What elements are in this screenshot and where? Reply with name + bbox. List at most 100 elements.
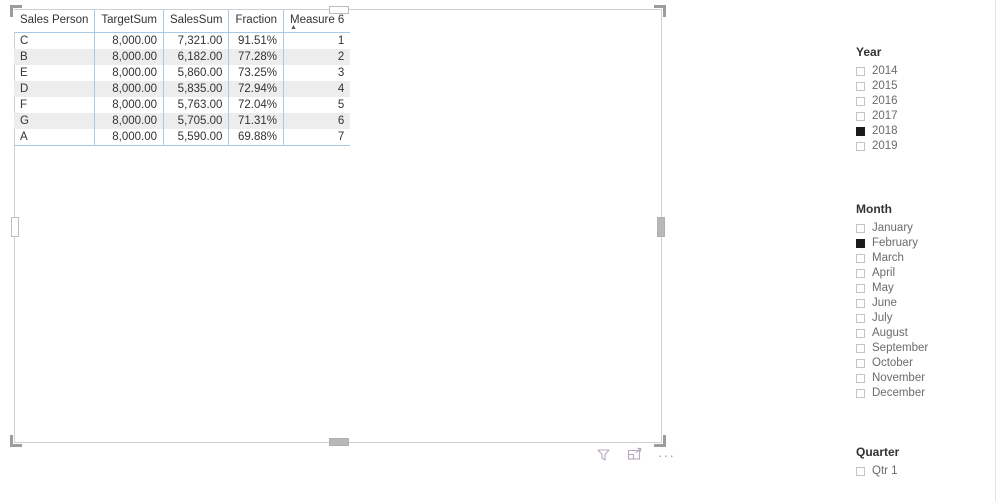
slicer-item-2016[interactable]: 2016 — [856, 94, 996, 109]
checkbox-icon[interactable] — [856, 299, 865, 308]
table-cell[interactable]: 8,000.00 — [94, 129, 165, 146]
focus-mode-icon[interactable] — [627, 447, 642, 462]
table-cell[interactable]: 69.88% — [228, 129, 284, 146]
table-cell[interactable]: 8,000.00 — [94, 97, 165, 113]
slicer-item-september[interactable]: September — [856, 341, 996, 356]
table-cell[interactable]: 5,705.00 — [163, 113, 230, 129]
slicer-item-2018[interactable]: 2018 — [856, 124, 996, 139]
checkbox-icon[interactable] — [856, 224, 865, 233]
table-cell[interactable]: 5,835.00 — [163, 81, 230, 97]
table-cell[interactable]: 71.31% — [228, 113, 284, 129]
table-cell[interactable]: 8,000.00 — [94, 81, 165, 97]
slicer-item-february[interactable]: February — [856, 236, 996, 251]
resize-handle-bottom-center[interactable] — [329, 438, 349, 446]
slicer-item-march[interactable]: March — [856, 251, 996, 266]
slicer-item-july[interactable]: July — [856, 311, 996, 326]
table-cell[interactable]: D — [14, 81, 96, 97]
slicer-item-january[interactable]: January — [856, 221, 996, 236]
table-row[interactable]: B 8,000.00 6,182.00 77.28% 2 — [14, 49, 351, 65]
table-cell[interactable]: B — [14, 49, 96, 65]
table-cell[interactable]: 6,182.00 — [163, 49, 230, 65]
checkbox-icon[interactable] — [856, 467, 865, 476]
slicer-item-2019[interactable]: 2019 — [856, 139, 996, 154]
slicer-item-may[interactable]: May — [856, 281, 996, 296]
slicer-item-april[interactable]: April — [856, 266, 996, 281]
checkbox-icon[interactable] — [856, 344, 865, 353]
visual-footer-toolbar[interactable]: ··· — [596, 447, 675, 462]
slicer-item-2015[interactable]: 2015 — [856, 79, 996, 94]
column-header-targetsum[interactable]: TargetSum — [94, 10, 165, 33]
table-cell[interactable]: 2 — [283, 49, 351, 65]
checkbox-icon[interactable] — [856, 329, 865, 338]
table-cell[interactable]: 73.25% — [228, 65, 284, 81]
slicer-item-qtr-1[interactable]: Qtr 1 — [856, 464, 996, 479]
table-cell[interactable]: F — [14, 97, 96, 113]
table-row[interactable]: D 8,000.00 5,835.00 72.94% 4 — [14, 81, 351, 97]
resize-handle-right-middle[interactable] — [657, 217, 665, 237]
table-cell[interactable]: 5,860.00 — [163, 65, 230, 81]
checkbox-icon[interactable] — [856, 97, 865, 106]
checkbox-icon[interactable] — [856, 359, 865, 368]
column-header-salessum[interactable]: SalesSum — [163, 10, 230, 33]
checkbox-checked-icon[interactable] — [856, 239, 865, 248]
table-cell[interactable]: A — [14, 129, 96, 146]
table-cell[interactable]: 72.04% — [228, 97, 284, 113]
slicer-month[interactable]: Month January February March April May June Ju… — [856, 202, 996, 401]
table-cell[interactable]: 8,000.00 — [94, 65, 165, 81]
slicer-item-2014[interactable]: 2014 — [856, 64, 996, 79]
slicer-item-2017[interactable]: 2017 — [856, 109, 996, 124]
table-row[interactable]: F 8,000.00 5,763.00 72.04% 5 — [14, 97, 350, 113]
slicer-item-august[interactable]: August — [856, 326, 996, 341]
resize-handle-top-left[interactable] — [10, 5, 22, 17]
table-cell[interactable]: 5 — [283, 97, 350, 113]
checkbox-icon[interactable] — [856, 142, 865, 151]
table-visual-container[interactable]: Sales Person TargetSum SalesSum Fraction Mea… — [10, 5, 666, 447]
checkbox-icon[interactable] — [856, 269, 865, 278]
table-row[interactable]: G 8,000.00 5,705.00 71.31% 6 — [14, 113, 351, 129]
checkbox-icon[interactable] — [856, 82, 865, 91]
checkbox-icon[interactable] — [856, 67, 865, 76]
data-table[interactable]: Sales Person TargetSum SalesSum Fraction Mea… — [14, 10, 351, 146]
slicer-item-november[interactable]: November — [856, 371, 996, 386]
table-cell[interactable]: 5,590.00 — [163, 129, 230, 146]
table-cell[interactable]: 91.51% — [228, 32, 284, 49]
table-cell[interactable]: 72.94% — [228, 81, 284, 97]
checkbox-icon[interactable] — [856, 254, 865, 263]
table-cell[interactable]: 4 — [283, 81, 351, 97]
table-cell[interactable]: 3 — [283, 65, 350, 81]
resize-handle-top-center[interactable] — [329, 6, 349, 14]
checkbox-icon[interactable] — [856, 284, 865, 293]
table-cell[interactable]: 77.28% — [228, 49, 284, 65]
table-cell[interactable]: C — [14, 32, 96, 49]
table-cell[interactable]: 7,321.00 — [163, 32, 230, 49]
slicer-item-december[interactable]: December — [856, 386, 996, 401]
slicer-item-june[interactable]: June — [856, 296, 996, 311]
checkbox-checked-icon[interactable] — [856, 127, 865, 136]
table-cell[interactable]: 6 — [283, 113, 351, 129]
table-cell[interactable]: 8,000.00 — [94, 49, 165, 65]
table-cell[interactable]: 1 — [283, 33, 350, 50]
slicer-quarter[interactable]: Quarter Qtr 1 — [856, 445, 996, 479]
column-header-fraction[interactable]: Fraction — [228, 10, 284, 33]
resize-handle-bottom-right[interactable] — [654, 435, 666, 447]
table-cell[interactable]: 7 — [283, 129, 351, 146]
resize-handle-left-middle[interactable] — [11, 217, 19, 237]
more-options-icon[interactable]: ··· — [658, 448, 675, 462]
checkbox-icon[interactable] — [856, 374, 865, 383]
table-cell[interactable]: G — [14, 113, 96, 129]
checkbox-icon[interactable] — [856, 314, 865, 323]
table-row[interactable]: A 8,000.00 5,590.00 69.88% 7 — [14, 129, 351, 146]
table-row[interactable]: E 8,000.00 5,860.00 73.25% 3 — [14, 65, 350, 81]
checkbox-icon[interactable] — [856, 112, 865, 121]
checkbox-icon[interactable] — [856, 389, 865, 398]
column-header-sales-person[interactable]: Sales Person — [14, 10, 96, 33]
slicer-year[interactable]: Year 2014 2015 2016 2017 2018 2019 — [856, 45, 996, 154]
table-cell[interactable]: 8,000.00 — [94, 32, 165, 49]
table-cell[interactable]: 5,763.00 — [163, 97, 230, 113]
resize-handle-bottom-left[interactable] — [10, 435, 22, 447]
filter-icon[interactable] — [596, 447, 611, 462]
table-row[interactable]: C 8,000.00 7,321.00 91.51% 1 — [14, 32, 350, 50]
slicer-item-october[interactable]: October — [856, 356, 996, 371]
table-cell[interactable]: 8,000.00 — [94, 113, 165, 129]
table-cell[interactable]: E — [14, 65, 96, 81]
